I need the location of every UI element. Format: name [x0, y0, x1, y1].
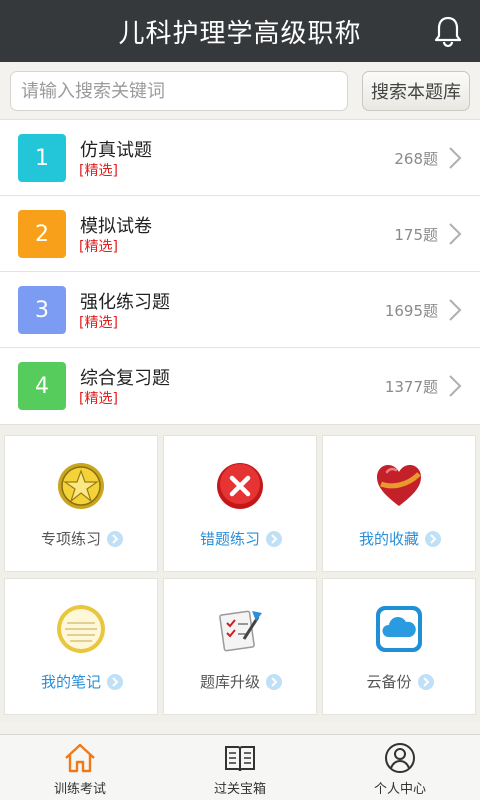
question-count: 1377题 [384, 378, 438, 396]
tile-favorites[interactable]: 我的收藏 [322, 435, 476, 572]
bottom-tab-bar: 训练考试 过关宝箱 个人中心 [0, 734, 480, 800]
chevron-right-icon [449, 223, 462, 245]
number-badge: 1 [18, 134, 66, 182]
chevron-right-icon [449, 147, 462, 169]
question-count: 1695题 [384, 302, 438, 320]
arrow-right-icon [107, 673, 123, 690]
tile-notes[interactable]: 我的笔记 [4, 578, 158, 715]
tile-label: 专项练习 [40, 530, 101, 548]
search-input[interactable] [10, 71, 348, 111]
function-grid: 专项练习 错题练习 我的收藏 我的笔记 题库升级 云备份 [0, 424, 480, 722]
page-title: 儿科护理学高级职称 [118, 18, 362, 49]
question-count: 175题 [394, 226, 438, 244]
tile-label: 错题练习 [199, 530, 260, 548]
question-bank-list: 1 仿真试题 [精选] 268题 2 模拟试卷 [精选] 175题 3 强化练习… [0, 120, 480, 424]
number-badge: 4 [18, 362, 66, 410]
cloud-icon [376, 606, 422, 652]
tab-training-exam[interactable]: 训练考试 [0, 735, 160, 800]
tile-wrong-questions[interactable]: 错题练习 [163, 435, 317, 572]
list-item-title: 仿真试题 [80, 140, 152, 161]
search-bar: 搜索本题库 [0, 62, 480, 120]
featured-tag: [精选] [79, 239, 118, 255]
heart-icon [377, 465, 421, 506]
arrow-right-icon [107, 530, 123, 547]
notepad-icon [57, 605, 105, 653]
tab-personal-center[interactable]: 个人中心 [320, 735, 480, 800]
featured-tag: [精选] [79, 163, 118, 179]
chevron-right-icon [449, 299, 462, 321]
tab-label: 训练考试 [53, 782, 106, 797]
list-item-title: 综合复习题 [80, 368, 170, 389]
tab-treasure-box[interactable]: 过关宝箱 [160, 735, 320, 800]
featured-tag: [精选] [79, 315, 118, 331]
star-badge-icon [58, 463, 104, 509]
list-item[interactable]: 1 仿真试题 [精选] 268题 [0, 120, 480, 196]
home-icon [65, 743, 95, 773]
book-icon [225, 746, 255, 772]
arrow-right-icon [266, 673, 282, 690]
app-header: 儿科护理学高级职称 [0, 0, 480, 62]
tile-label: 题库升级 [199, 673, 260, 691]
tile-cloud-backup[interactable]: 云备份 [322, 578, 476, 715]
arrow-right-icon [266, 530, 282, 547]
list-item[interactable]: 2 模拟试卷 [精选] 175题 [0, 196, 480, 272]
tile-bank-upgrade[interactable]: 题库升级 [163, 578, 317, 715]
tile-label: 我的收藏 [358, 530, 419, 548]
list-item[interactable]: 3 强化练习题 [精选] 1695题 [0, 272, 480, 348]
tile-label: 云备份 [366, 673, 412, 691]
tab-label: 个人中心 [373, 782, 426, 797]
tile-label: 我的笔记 [40, 673, 101, 691]
question-count: 268题 [394, 150, 438, 168]
arrow-right-icon [417, 673, 434, 690]
user-icon [385, 743, 415, 773]
search-button[interactable]: 搜索本题库 [362, 71, 470, 111]
list-item-title: 强化练习题 [80, 292, 170, 313]
tile-special-practice[interactable]: 专项练习 [4, 435, 158, 572]
bell-icon[interactable] [432, 15, 464, 49]
tab-label: 过关宝箱 [213, 782, 266, 797]
list-item[interactable]: 4 综合复习题 [精选] 1377题 [0, 348, 480, 424]
featured-tag: [精选] [79, 391, 118, 407]
number-badge: 3 [18, 286, 66, 334]
arrow-right-icon [425, 530, 441, 547]
list-item-title: 模拟试卷 [80, 216, 152, 237]
chevron-right-icon [449, 375, 462, 397]
checklist-upgrade-icon [219, 610, 262, 652]
red-x-icon [217, 463, 263, 509]
number-badge: 2 [18, 210, 66, 258]
